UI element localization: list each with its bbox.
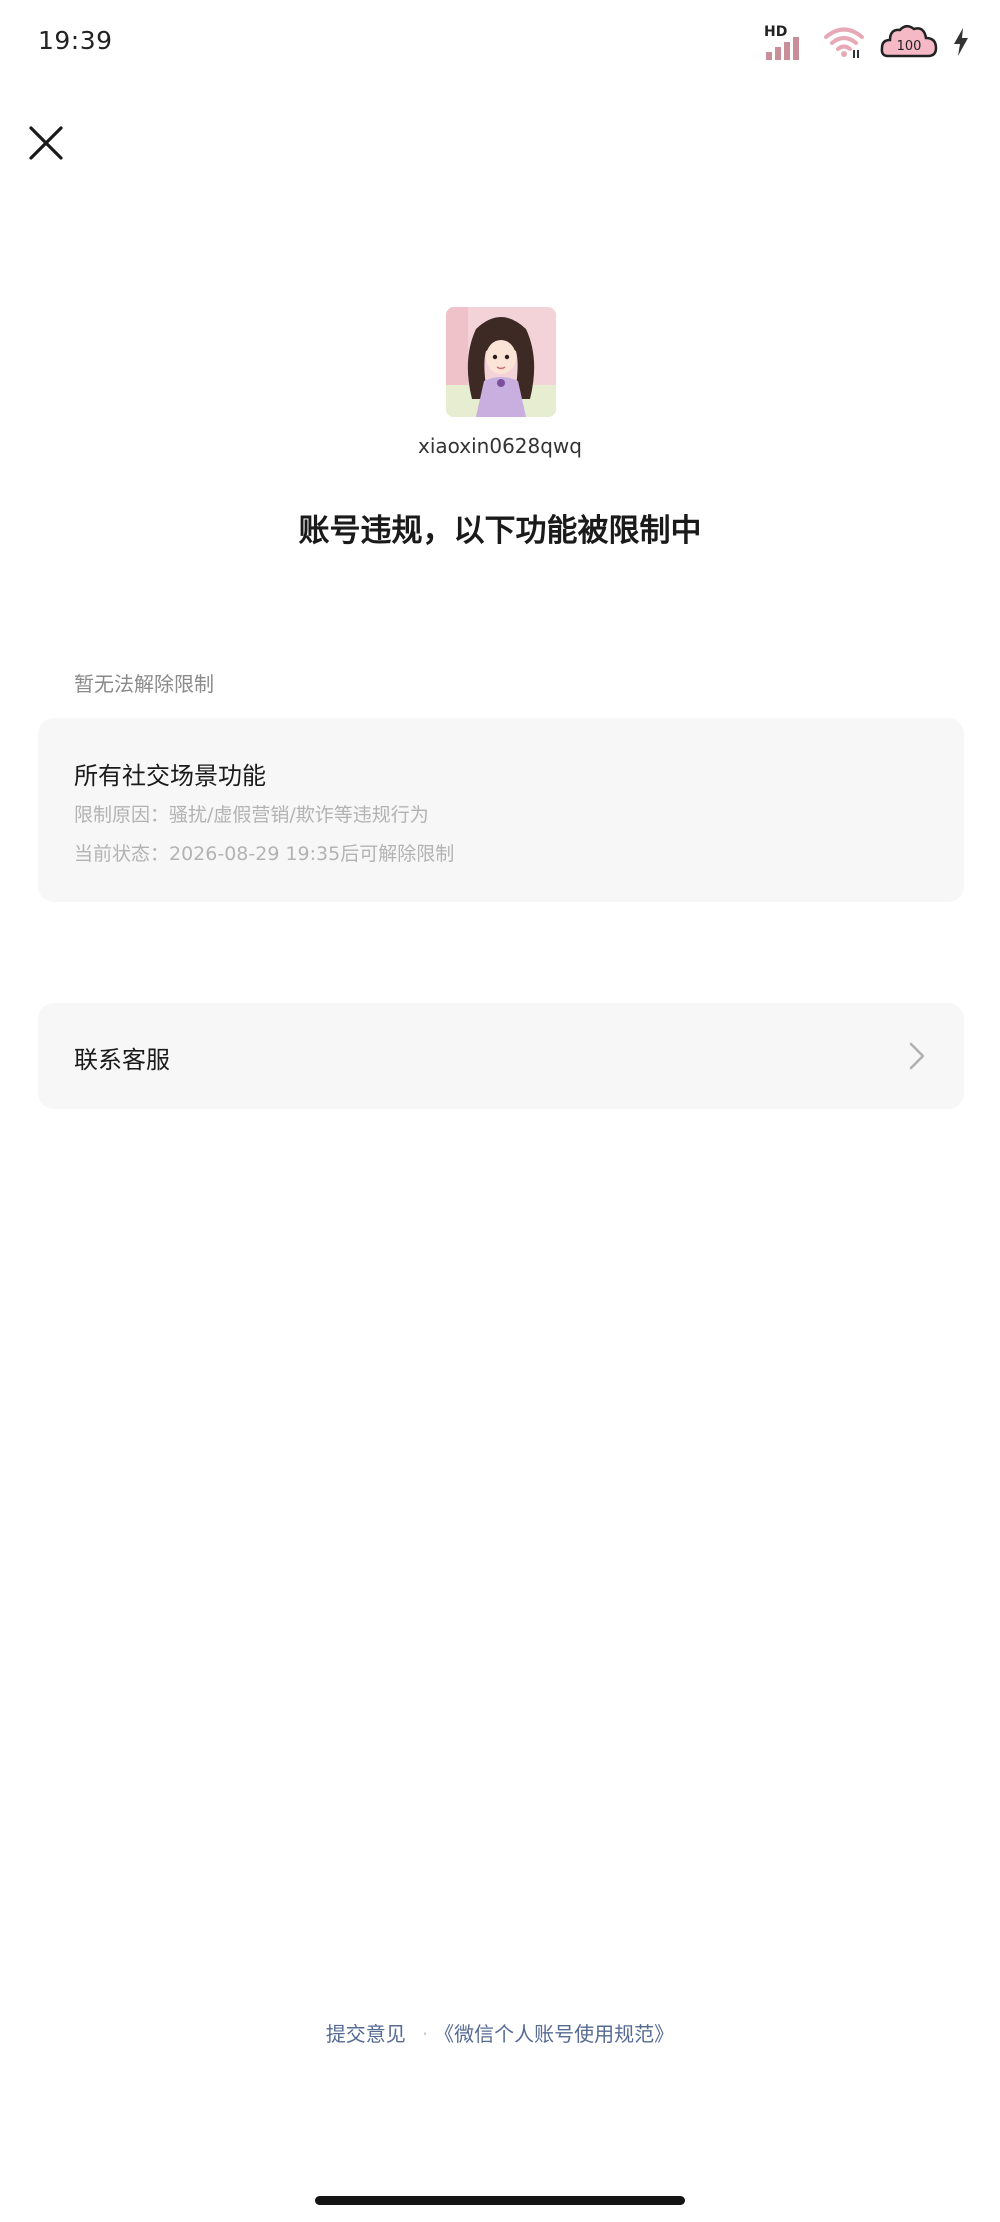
wifi-icon <box>824 27 864 58</box>
footer-links: 提交意见 · 《微信个人账号使用规范》 <box>0 2018 1000 2047</box>
chevron-right-icon <box>909 1042 925 1070</box>
section-label: 暂无法解除限制 <box>74 672 214 696</box>
restriction-state: 当前状态：2026-08-29 19:35后可解除限制 <box>74 843 455 865</box>
status-bar: 19:39 HD 100 <box>0 0 1000 90</box>
policy-link[interactable]: 《微信个人账号使用规范》 <box>444 2022 674 2046</box>
status-icons: HD 100 <box>750 20 970 64</box>
feedback-link[interactable]: 提交意见 <box>326 2022 406 2046</box>
restriction-title: 所有社交场景功能 <box>74 762 266 790</box>
home-indicator[interactable] <box>315 2196 685 2205</box>
page-title: 账号违规，以下功能被限制中 <box>298 513 702 549</box>
status-time: 19:39 <box>38 26 113 55</box>
username: xiaoxin0628qwq <box>418 434 582 458</box>
battery-level: 100 <box>897 39 922 54</box>
footer-separator: · <box>421 2022 429 2046</box>
contact-service-button[interactable]: 联系客服 <box>38 1003 964 1109</box>
account-restriction-page: 19:39 HD 100 xiaoxin0628qwq 账号违规，以下功能被限制… <box>0 0 1000 2222</box>
close-icon <box>29 126 63 160</box>
restriction-reason: 限制原因：骚扰/虚假营销/欺诈等违规行为 <box>74 804 429 826</box>
charging-icon <box>954 28 968 56</box>
restriction-card: 所有社交场景功能 限制原因：骚扰/虚假营销/欺诈等违规行为 当前状态：2026-… <box>38 718 964 902</box>
signal-icon: HD <box>764 24 808 60</box>
contact-service-label: 联系客服 <box>74 1046 170 1074</box>
close-button[interactable] <box>26 123 66 163</box>
battery-icon: 100 <box>880 25 938 58</box>
avatar <box>446 307 556 417</box>
